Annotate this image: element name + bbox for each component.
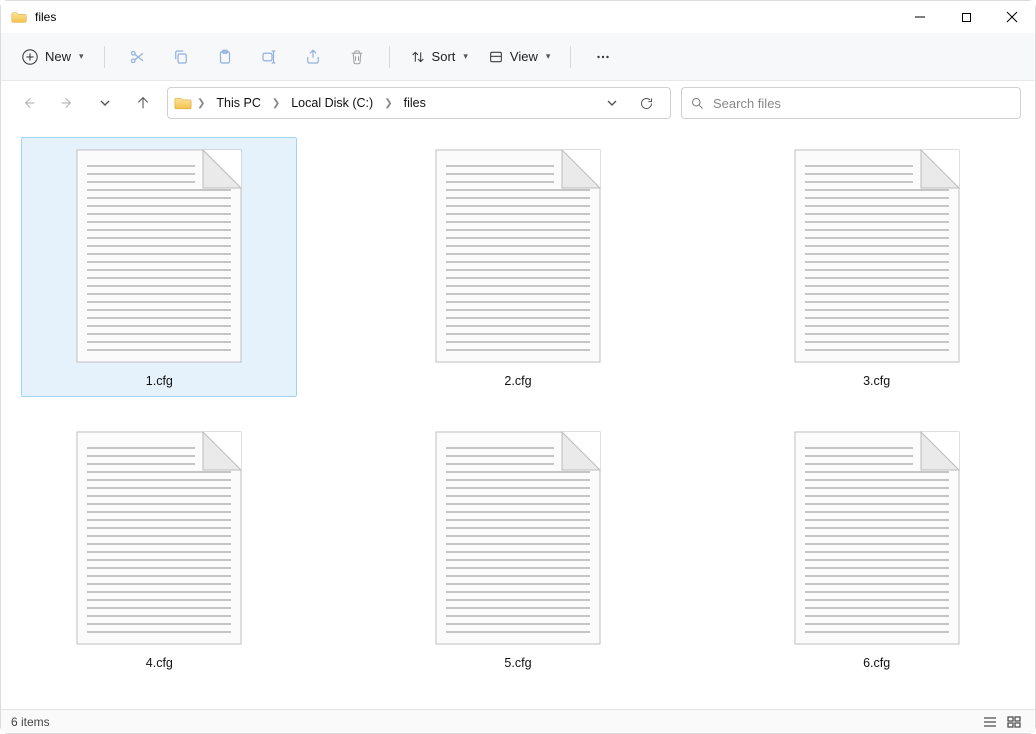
breadcrumb-local-disk[interactable]: Local Disk (C:) bbox=[285, 92, 379, 114]
arrow-up-icon bbox=[135, 95, 151, 111]
grid-icon bbox=[1007, 716, 1021, 728]
scissors-icon bbox=[128, 48, 146, 66]
chevron-down-icon bbox=[99, 97, 111, 109]
refresh-button[interactable] bbox=[632, 89, 660, 117]
chevron-down-icon: ▾ bbox=[463, 51, 468, 62]
recent-button[interactable] bbox=[91, 89, 119, 117]
textfile-icon bbox=[789, 426, 965, 650]
back-button[interactable] bbox=[15, 89, 43, 117]
maximize-button[interactable] bbox=[943, 1, 989, 33]
textfile-icon bbox=[430, 144, 606, 368]
textfile-icon bbox=[71, 426, 247, 650]
rename-button[interactable] bbox=[249, 40, 289, 74]
share-button[interactable] bbox=[293, 40, 333, 74]
sort-button[interactable]: Sort ▾ bbox=[402, 40, 476, 74]
minimize-button[interactable] bbox=[897, 1, 943, 33]
thumbnails-view-button[interactable] bbox=[1003, 713, 1025, 731]
file-name: 4.cfg bbox=[146, 656, 173, 670]
file-name: 5.cfg bbox=[504, 656, 531, 670]
sort-label: Sort bbox=[432, 49, 456, 64]
file-item[interactable]: 2.cfg bbox=[380, 137, 656, 397]
address-dropdown-button[interactable] bbox=[598, 89, 626, 117]
new-label: New bbox=[45, 49, 71, 64]
new-button[interactable]: New ▾ bbox=[15, 40, 92, 74]
file-item[interactable]: 3.cfg bbox=[739, 137, 1015, 397]
window-controls bbox=[897, 1, 1035, 33]
textfile-icon bbox=[789, 144, 965, 368]
file-name: 6.cfg bbox=[863, 656, 890, 670]
file-item[interactable]: 4.cfg bbox=[21, 419, 297, 679]
content-area: 1.cfg 2.cfg 3.cfg 4.cfg 5.cfg 6.cfg bbox=[1, 125, 1035, 709]
file-name: 2.cfg bbox=[504, 374, 531, 388]
toolbar: New ▾ Sort ▾ View ▾ bbox=[1, 33, 1035, 81]
view-button[interactable]: View ▾ bbox=[480, 40, 558, 74]
clipboard-icon bbox=[216, 48, 234, 66]
address-bar[interactable]: ❯ This PC ❯ Local Disk (C:) ❯ files bbox=[167, 87, 671, 119]
title-bar: files bbox=[1, 1, 1035, 33]
chevron-down-icon: ▾ bbox=[546, 51, 551, 62]
file-name: 1.cfg bbox=[146, 374, 173, 388]
copy-button[interactable] bbox=[161, 40, 201, 74]
textfile-icon bbox=[71, 144, 247, 368]
file-item[interactable]: 6.cfg bbox=[739, 419, 1015, 679]
status-bar: 6 items bbox=[1, 709, 1035, 733]
search-input[interactable] bbox=[713, 96, 1012, 111]
item-count: 6 items bbox=[11, 715, 50, 729]
folder-icon bbox=[174, 96, 192, 111]
arrow-right-icon bbox=[59, 95, 75, 111]
close-button[interactable] bbox=[989, 1, 1035, 33]
ellipsis-icon bbox=[594, 48, 612, 66]
chevron-right-icon: ❯ bbox=[196, 98, 206, 109]
layout-icon bbox=[488, 49, 504, 65]
paste-button[interactable] bbox=[205, 40, 245, 74]
view-label: View bbox=[510, 49, 538, 64]
folder-icon bbox=[11, 11, 27, 24]
chevron-down-icon bbox=[606, 97, 618, 109]
share-icon bbox=[304, 48, 322, 66]
window-title: files bbox=[35, 10, 56, 24]
plus-circle-icon bbox=[21, 48, 39, 66]
file-name: 3.cfg bbox=[863, 374, 890, 388]
chevron-right-icon: ❯ bbox=[383, 98, 393, 109]
file-item[interactable]: 5.cfg bbox=[380, 419, 656, 679]
search-icon bbox=[690, 96, 705, 111]
details-view-button[interactable] bbox=[979, 713, 1001, 731]
nav-row: ❯ This PC ❯ Local Disk (C:) ❯ files bbox=[1, 81, 1035, 125]
search-bar[interactable] bbox=[681, 87, 1021, 119]
forward-button[interactable] bbox=[53, 89, 81, 117]
trash-icon bbox=[348, 48, 366, 66]
copy-icon bbox=[172, 48, 190, 66]
delete-button[interactable] bbox=[337, 40, 377, 74]
sort-icon bbox=[410, 49, 426, 65]
up-button[interactable] bbox=[129, 89, 157, 117]
list-icon bbox=[983, 716, 997, 728]
arrow-left-icon bbox=[21, 95, 37, 111]
textfile-icon bbox=[430, 426, 606, 650]
chevron-down-icon: ▾ bbox=[79, 51, 84, 62]
file-item[interactable]: 1.cfg bbox=[21, 137, 297, 397]
breadcrumb-this-pc[interactable]: This PC bbox=[210, 92, 266, 114]
chevron-right-icon: ❯ bbox=[271, 98, 281, 109]
cut-button[interactable] bbox=[117, 40, 157, 74]
breadcrumb-files[interactable]: files bbox=[398, 92, 432, 114]
file-grid: 1.cfg 2.cfg 3.cfg 4.cfg 5.cfg 6.cfg bbox=[13, 137, 1023, 679]
refresh-icon bbox=[639, 96, 654, 111]
more-button[interactable] bbox=[583, 40, 623, 74]
rename-icon bbox=[260, 48, 278, 66]
